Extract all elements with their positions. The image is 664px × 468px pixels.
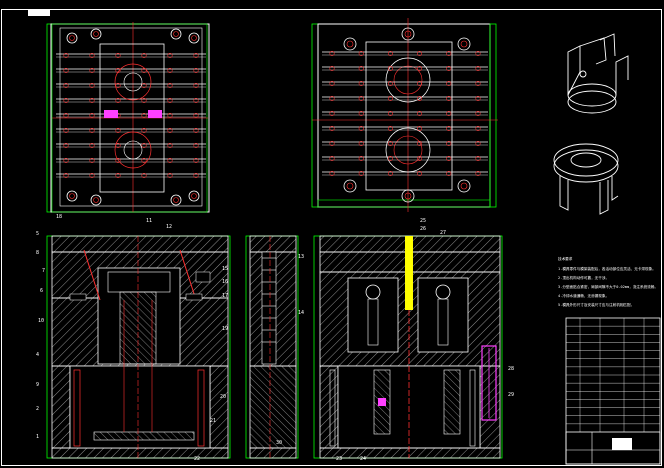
part-label: 12	[166, 224, 172, 230]
note-line: 3.分型面贴合紧密，局部间隙不大于0.02mm，浇注系统流畅。	[558, 284, 658, 289]
part-label: 28	[508, 366, 514, 372]
note-line: 2.顶出机构动作可靠，无干涉。	[558, 275, 609, 280]
section-view-right	[313, 235, 503, 459]
note-line: 4.冷却水道通畅，无渗漏现象。	[558, 293, 609, 298]
part-label: 14	[298, 310, 304, 316]
part-label: 16	[222, 279, 228, 285]
part-label: 18	[56, 214, 62, 220]
part-label: 6	[40, 288, 43, 294]
technical-notes: 技术要求 1.模具零件与模架装配后，各活动部位应灵活、无卡滞现象。 2.顶出机构动…	[558, 256, 658, 307]
part-label: 24	[360, 456, 366, 462]
part-label: 21	[210, 418, 216, 424]
part-label: 17	[222, 293, 228, 299]
note-line: 1.模具零件与模架装配后，各活动部位应灵活、无卡滞现象。	[558, 266, 656, 271]
part-label: 7	[42, 268, 45, 274]
part-label: 22	[194, 456, 200, 462]
part-label: 13	[298, 254, 304, 260]
plan-view-left	[46, 22, 210, 213]
part-label: 10	[38, 318, 44, 324]
part-label: 23	[336, 456, 342, 462]
part-label: 9	[36, 382, 39, 388]
cad-drawing-sheet: 1811125876104921151617131914202122 23 2425…	[1, 9, 662, 466]
part-label: 19	[222, 326, 228, 332]
part-iso-bottom	[553, 143, 619, 215]
part-label: 11	[146, 218, 152, 224]
part-label: 8	[36, 250, 39, 256]
part-label: 2	[36, 406, 39, 412]
notes-heading: 技术要求	[558, 256, 573, 261]
part-label: 20	[220, 394, 226, 400]
part-iso-top	[567, 33, 629, 114]
part-label: 29	[508, 392, 514, 398]
section-view-main	[46, 235, 231, 459]
part-label: 30	[276, 440, 282, 446]
part-label: 27	[440, 230, 446, 236]
part-label: 1	[36, 434, 39, 440]
title-tag-box	[28, 10, 50, 16]
part-label: 15	[222, 266, 228, 272]
part-label: 5	[36, 231, 39, 237]
section-view-side	[245, 235, 299, 459]
part-label: 25	[420, 218, 426, 224]
title-block	[565, 317, 661, 465]
part-label: 4	[36, 352, 39, 358]
plan-view-right	[311, 18, 498, 212]
note-line: 5.模具外形尺寸及安装尺寸应与注射机相匹配。	[558, 302, 634, 307]
part-label: 26	[420, 226, 426, 232]
